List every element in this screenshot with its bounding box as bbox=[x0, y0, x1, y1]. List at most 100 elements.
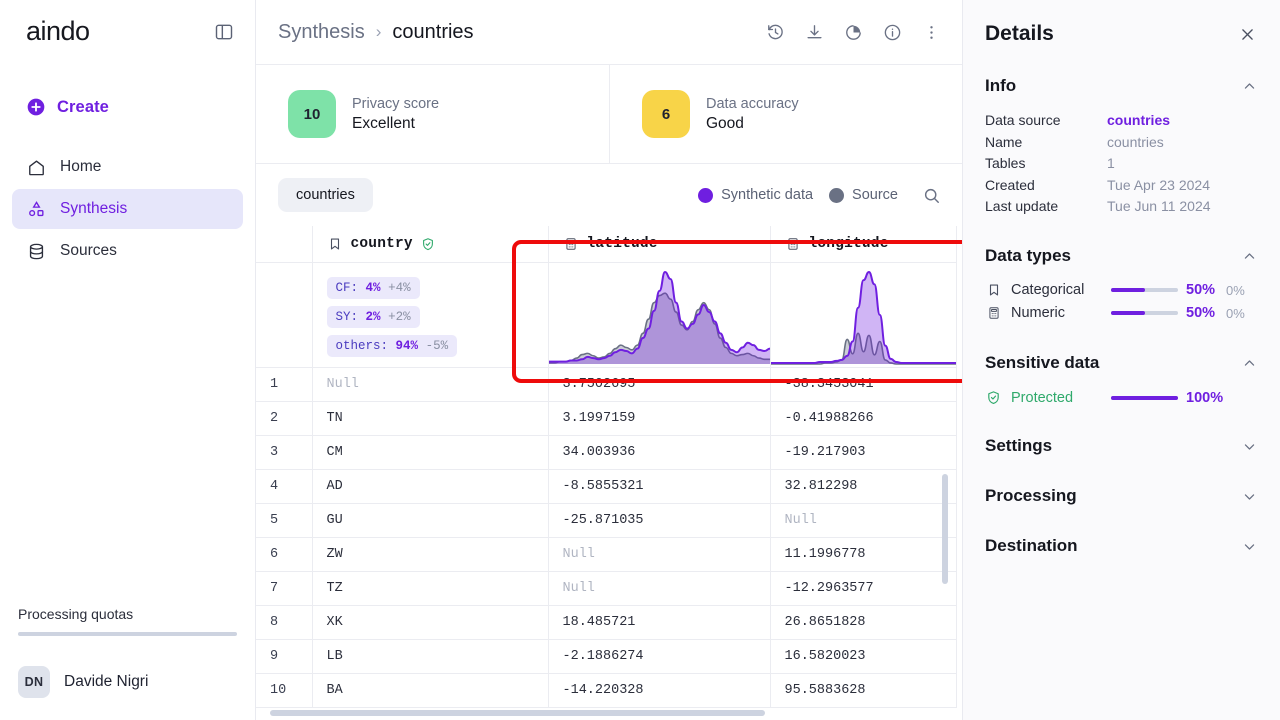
column-header-latitude[interactable]: latitude bbox=[548, 226, 771, 263]
table-row[interactable]: 7 TZ Null -12.2963577 bbox=[256, 571, 957, 606]
section-header-sensitive-data[interactable]: Sensitive data bbox=[985, 353, 1258, 373]
category-chip: others: 94% -5% bbox=[326, 334, 458, 357]
user-account[interactable]: DN Davide Nigri bbox=[18, 666, 237, 698]
latitude-density-svg bbox=[548, 270, 770, 364]
legend-item-synthetic[interactable]: Synthetic data bbox=[698, 187, 813, 203]
details-header: Details bbox=[985, 22, 1258, 46]
table-row[interactable]: 4 AD -8.5855321 32.812298 bbox=[256, 469, 957, 504]
info-key: Name bbox=[985, 133, 1023, 150]
chevron-up-icon bbox=[1240, 77, 1258, 95]
processing-quotas-bar bbox=[18, 632, 237, 636]
cell-longitude: 11.1996778 bbox=[770, 537, 957, 572]
chip-key: CF: bbox=[335, 280, 359, 295]
sensitive-protected-row: Protected 100% bbox=[985, 389, 1258, 406]
table-horizontal-scrollbar[interactable] bbox=[270, 710, 765, 716]
column-header-longitude[interactable]: longitude bbox=[770, 226, 957, 263]
sidebar-item-sources[interactable]: Sources bbox=[12, 231, 243, 271]
avatar: DN bbox=[18, 666, 50, 698]
chip-value: 2% bbox=[365, 309, 381, 324]
cell-latitude: -25.871035 bbox=[548, 503, 771, 538]
data-type-bar bbox=[1111, 288, 1178, 292]
search-icon[interactable] bbox=[920, 184, 942, 206]
tab-countries[interactable]: countries bbox=[278, 178, 373, 212]
row-index: 5 bbox=[256, 503, 313, 538]
section-header-info[interactable]: Info bbox=[985, 76, 1258, 96]
info-value[interactable]: countries bbox=[1107, 110, 1170, 130]
chip-value: 4% bbox=[365, 280, 381, 295]
row-index: 4 bbox=[256, 469, 313, 504]
details-panel: Details Info Data source countries Name … bbox=[962, 0, 1280, 720]
breadcrumb-separator: › bbox=[375, 22, 382, 41]
table-vertical-scrollbar[interactable] bbox=[942, 474, 948, 584]
table-row[interactable]: 9 LB -2.1886274 16.5820023 bbox=[256, 639, 957, 674]
section-header-processing[interactable]: Processing bbox=[985, 486, 1258, 506]
sidebar-item-label: Sources bbox=[60, 242, 117, 259]
cell-latitude: 3.1997159 bbox=[548, 401, 771, 436]
score-cards: 10 Privacy score Excellent 6 Data accura… bbox=[256, 64, 962, 164]
top-bar: Synthesis › countries bbox=[256, 0, 962, 64]
category-chips: CF: 4% +4% SY: 2% +2% others: 94% -5% bbox=[326, 276, 548, 357]
categorical-icon bbox=[985, 282, 1002, 299]
privacy-score-card: 10 Privacy score Excellent bbox=[256, 65, 609, 163]
info-icon[interactable] bbox=[881, 21, 903, 43]
section-header-settings[interactable]: Settings bbox=[985, 436, 1258, 456]
distribution-chart-latitude bbox=[548, 262, 771, 368]
column-header-country[interactable]: country bbox=[312, 226, 549, 263]
info-row: Tables 1 bbox=[985, 153, 1258, 173]
info-row: Created Tue Apr 23 2024 bbox=[985, 175, 1258, 195]
chip-value: 94% bbox=[395, 338, 419, 353]
create-button[interactable]: Create bbox=[26, 97, 255, 117]
create-label: Create bbox=[57, 97, 109, 116]
data-type-sub: 0% bbox=[1226, 305, 1245, 321]
sidebar-item-home[interactable]: Home bbox=[12, 147, 243, 187]
section-title: Processing bbox=[985, 486, 1077, 505]
table-row[interactable]: 6 ZW Null 11.1996778 bbox=[256, 537, 957, 572]
cell-country: ZW bbox=[312, 537, 549, 572]
chip-delta: +2% bbox=[388, 309, 411, 324]
table-row[interactable]: 8 XK 18.485721 26.8651828 bbox=[256, 605, 957, 640]
column-header-index bbox=[256, 226, 313, 263]
pie-chart-icon[interactable] bbox=[842, 21, 864, 43]
cell-longitude: -38.3453041 bbox=[770, 367, 957, 402]
chip-key: SY: bbox=[335, 309, 359, 324]
column-name: longitude bbox=[808, 235, 889, 252]
more-vertical-icon[interactable] bbox=[920, 21, 942, 43]
section-header-data-types[interactable]: Data types bbox=[985, 246, 1258, 266]
info-key: Last update bbox=[985, 198, 1059, 214]
chevron-down-icon bbox=[1240, 437, 1258, 455]
download-icon[interactable] bbox=[803, 21, 825, 43]
cell-country: AD bbox=[312, 469, 549, 504]
panel-collapse-icon[interactable] bbox=[213, 21, 235, 43]
table-stats-row: CF: 4% +4% SY: 2% +2% others: 94% -5% bbox=[256, 262, 957, 368]
info-key: Tables bbox=[985, 155, 1026, 171]
details-title: Details bbox=[985, 22, 1054, 45]
data-table-area: country latitude longitude CF: 4% +4% SY… bbox=[256, 226, 962, 720]
history-icon[interactable] bbox=[764, 21, 786, 43]
cell-country: LB bbox=[312, 639, 549, 674]
breadcrumb-parent[interactable]: Synthesis bbox=[278, 21, 365, 44]
category-chip: SY: 2% +2% bbox=[326, 305, 420, 328]
sidebar-item-synthesis[interactable]: Synthesis bbox=[12, 189, 243, 229]
close-icon[interactable] bbox=[1236, 23, 1258, 45]
chip-key: others: bbox=[335, 338, 389, 353]
breadcrumb-current: countries bbox=[392, 20, 474, 43]
score-label: Excellent bbox=[352, 114, 415, 132]
section-header-destination[interactable]: Destination bbox=[985, 536, 1258, 556]
cell-latitude: -14.220328 bbox=[548, 673, 771, 708]
data-type-bar bbox=[1111, 311, 1178, 315]
info-list: Data source countries Name countries Tab… bbox=[985, 110, 1258, 216]
table-row[interactable]: 1 Null 3.7502695 -38.3453041 bbox=[256, 367, 957, 402]
category-chip: CF: 4% +4% bbox=[326, 276, 420, 299]
table-row[interactable]: 10 BA -14.220328 95.5883628 bbox=[256, 673, 957, 708]
table-row[interactable]: 3 CM 34.003936 -19.217903 bbox=[256, 435, 957, 470]
info-key: Created bbox=[985, 176, 1035, 193]
stats-country-cell: CF: 4% +4% SY: 2% +2% others: 94% -5% bbox=[312, 262, 549, 368]
sidebar-header: aindo bbox=[0, 0, 255, 45]
section-title: Destination bbox=[985, 536, 1078, 555]
legend-item-source[interactable]: Source bbox=[829, 187, 898, 203]
row-index: 10 bbox=[256, 673, 313, 708]
table-row[interactable]: 2 TN 3.1997159 -0.41988266 bbox=[256, 401, 957, 436]
cell-country: TN bbox=[312, 401, 549, 436]
table-row[interactable]: 5 GU -25.871035 Null bbox=[256, 503, 957, 538]
sensitive-bar bbox=[1111, 395, 1178, 400]
